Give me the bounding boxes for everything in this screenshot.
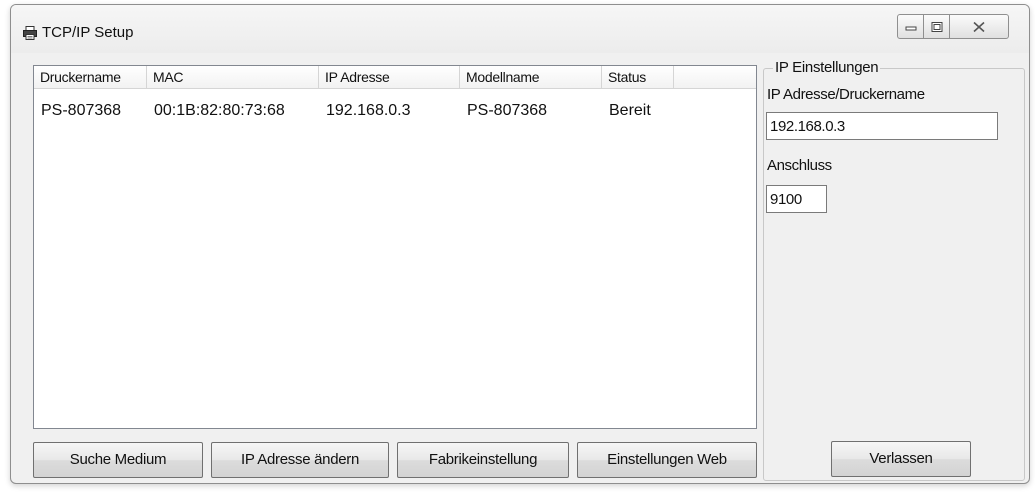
ip-address-field[interactable] [766, 112, 998, 140]
cell-status: Bereit [609, 102, 651, 119]
search-medium-button[interactable]: Suche Medium [33, 442, 203, 478]
window-title: TCP/IP Setup [42, 24, 134, 41]
column-header-modellname[interactable]: Modellname [460, 66, 602, 88]
port-label: Anschluss [767, 157, 832, 174]
column-header-druckername[interactable]: Druckername [34, 66, 147, 88]
close-button[interactable] [949, 14, 1009, 39]
maximize-button[interactable] [923, 14, 950, 39]
cell-modellname: PS-807368 [467, 102, 548, 119]
column-header-ip-adresse[interactable]: IP Adresse [319, 66, 460, 88]
minimize-icon [905, 26, 916, 30]
close-icon [973, 21, 985, 32]
factory-settings-button[interactable]: Fabrikeinstellung [397, 442, 569, 478]
column-header-status[interactable]: Status [602, 66, 674, 88]
printer-list[interactable]: Druckername MAC IP Adresse Modellname St… [33, 65, 757, 429]
tcpip-setup-window: TCP/IP Setup Druckername MAC IP Adresse … [10, 4, 1030, 484]
maximize-icon [931, 21, 942, 32]
column-header-mac[interactable]: MAC [147, 66, 319, 88]
table-row[interactable]: PS-807368 00:1B:82:80:73:68 192.168.0.3 … [34, 99, 756, 123]
port-field[interactable] [766, 185, 827, 213]
change-ip-address-button[interactable]: IP Adresse ändern [211, 442, 389, 478]
exit-button[interactable]: Verlassen [831, 441, 971, 477]
web-settings-button[interactable]: Einstellungen Web [577, 442, 757, 478]
cell-mac: 00:1B:82:80:73:68 [154, 102, 285, 119]
printer-icon [23, 26, 37, 40]
cell-druckername: PS-807368 [41, 102, 122, 119]
minimize-button[interactable] [897, 14, 924, 39]
cell-ip-adresse: 192.168.0.3 [326, 102, 411, 119]
title-bar[interactable]: TCP/IP Setup [11, 5, 1029, 53]
list-header: Druckername MAC IP Adresse Modellname St… [34, 66, 756, 89]
ip-address-label: IP Adresse/Druckername [767, 86, 925, 103]
ip-settings-group-label: IP Einstellungen [773, 59, 881, 76]
